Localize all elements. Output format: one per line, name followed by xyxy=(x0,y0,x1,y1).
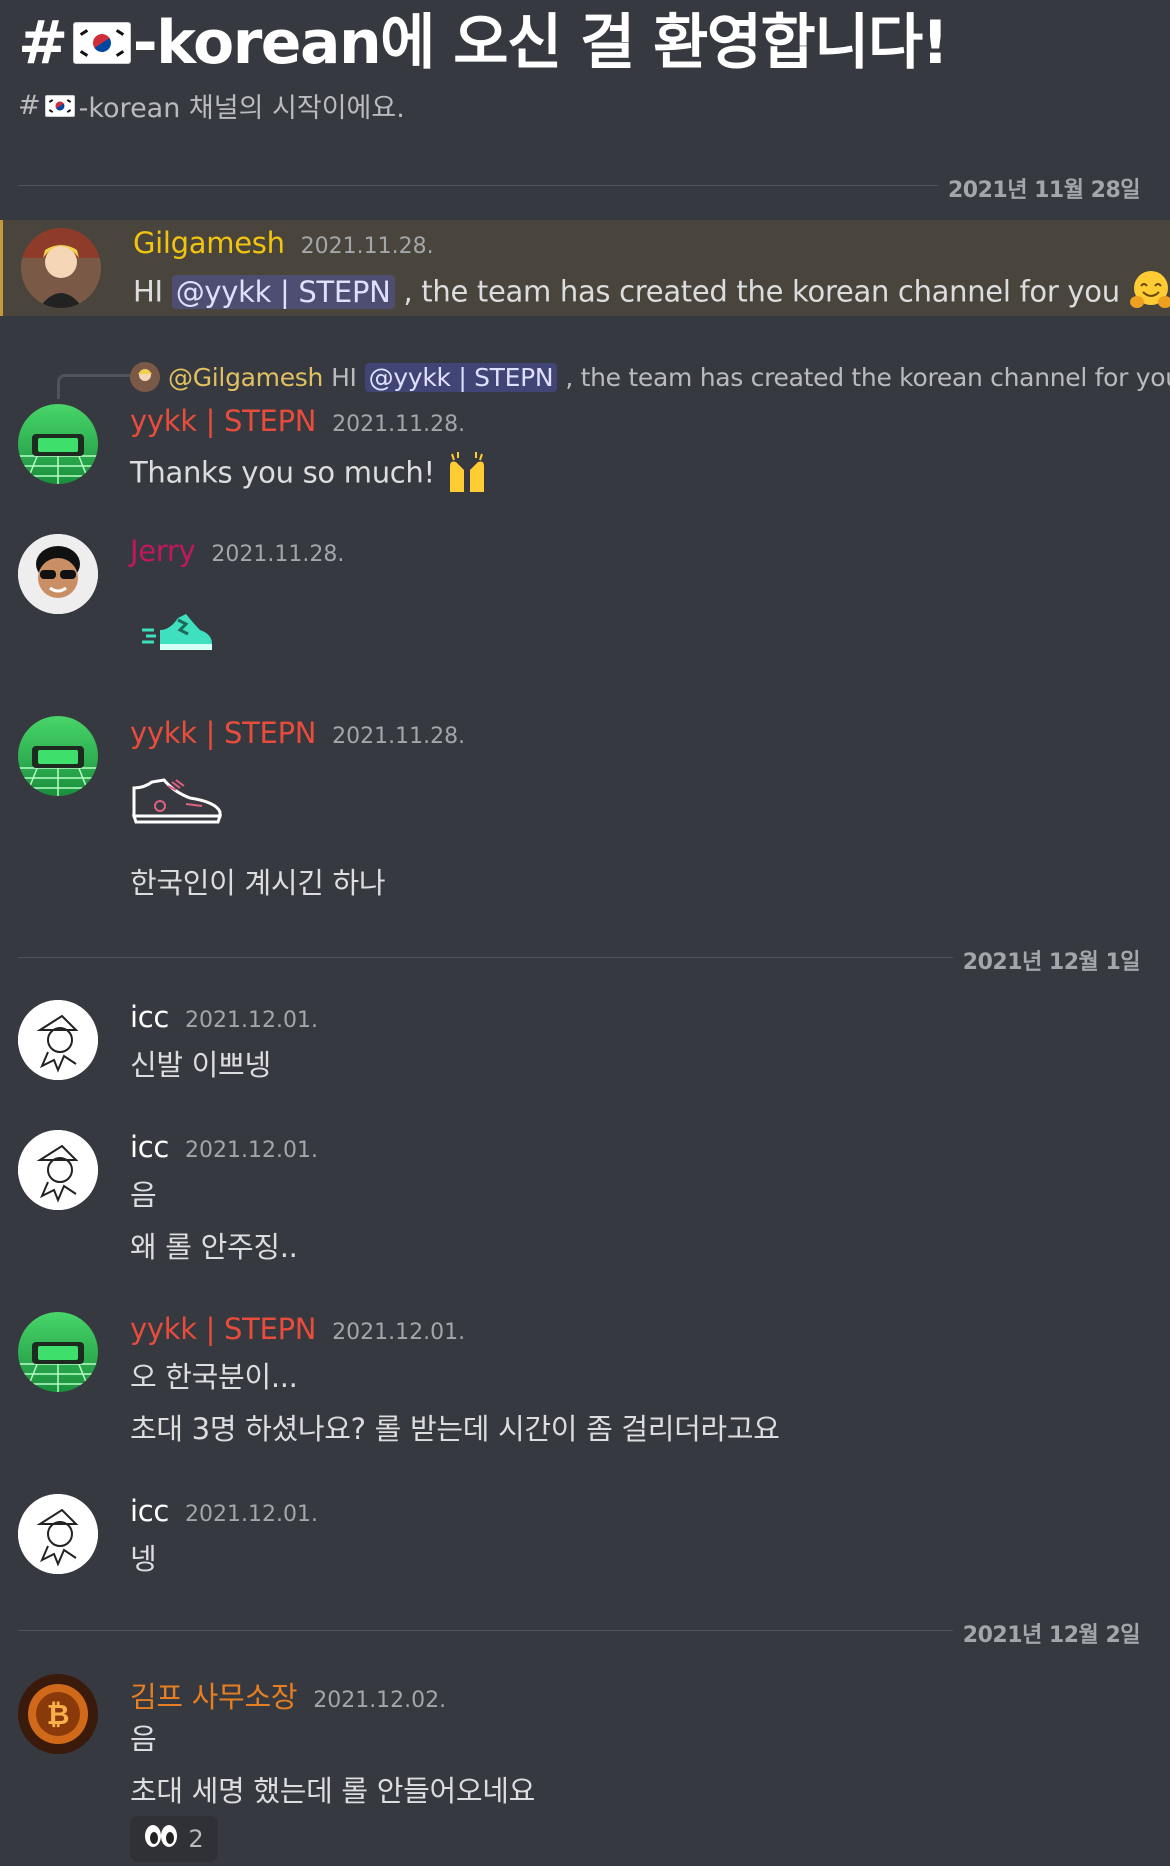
date-divider-label: 2021년 12월 2일 xyxy=(952,1617,1150,1649)
message-item[interactable]: icc 2021.12.01. 넹 xyxy=(0,1494,1170,1594)
author-name[interactable]: yykk | STEPN xyxy=(130,404,316,438)
message-text: 오 한국분이... xyxy=(130,1360,298,1394)
date-divider: 2021년 12월 1일 xyxy=(18,944,1150,976)
message-text: Thanks you so much! xyxy=(130,455,435,490)
message-content: HI @yykk | STEPN , the team has created … xyxy=(133,268,1170,319)
user-mention[interactable]: @yykk | STEPN xyxy=(364,362,558,392)
author-name[interactable]: icc xyxy=(130,1130,169,1164)
message-item[interactable]: icc 2021.12.01. 음 왜 롤 안주징.. xyxy=(0,1130,1170,1270)
message-text: , the team has created the korean channe… xyxy=(403,274,1120,309)
message-header: Gilgamesh 2021.11.28. xyxy=(133,226,434,260)
date-divider-label: 2021년 12월 1일 xyxy=(952,944,1150,976)
korea-flag-icon xyxy=(44,94,75,117)
avatar[interactable]: ₿ xyxy=(18,1674,98,1754)
message-header: yykk | STEPN 2021.11.28. xyxy=(130,716,465,750)
avatar[interactable] xyxy=(18,404,98,484)
avatar[interactable] xyxy=(18,1312,98,1392)
timestamp: 2021.12.01. xyxy=(185,1502,319,1527)
running-sneaker-sticker-icon[interactable] xyxy=(140,600,216,660)
message-item[interactable]: yykk | STEPN 2021.12.01. 오 한국분이... 초대 3명… xyxy=(0,1312,1170,1452)
message-item[interactable]: Jerry 2021.11.28. xyxy=(0,530,1170,670)
author-name[interactable]: Jerry xyxy=(130,534,196,568)
timestamp: 2021.11.28. xyxy=(332,724,466,749)
message-header: 김프 사무소장 2021.12.02. xyxy=(130,1674,446,1716)
message-header: icc 2021.12.01. xyxy=(130,1494,318,1528)
avatar[interactable] xyxy=(18,1130,98,1210)
message-item[interactable]: icc 2021.12.01. 신발 이쁘넹 xyxy=(0,1000,1170,1100)
timestamp: 2021.12.01. xyxy=(332,1320,466,1345)
message-text: 음 xyxy=(130,1722,157,1756)
eyes-icon xyxy=(144,1823,178,1855)
message-text: 초대 3명 하셨나요? 롤 받는데 시간이 좀 걸리더라고요 xyxy=(130,1412,780,1446)
date-divider: 2021년 12월 2일 xyxy=(18,1617,1150,1649)
message-header: icc 2021.12.01. xyxy=(130,1000,318,1034)
avatar[interactable] xyxy=(18,1494,98,1574)
author-name[interactable]: icc xyxy=(130,1494,169,1528)
subtitle-hash: # xyxy=(18,90,41,121)
message-item[interactable]: ₿ 김프 사무소장 2021.12.02. 음 초대 세명 했는데 롤 안들어오… xyxy=(0,1674,1170,1864)
sneaker-outline-sticker-icon[interactable] xyxy=(130,776,224,830)
avatar[interactable] xyxy=(18,534,98,614)
date-divider-label: 2021년 11월 28일 xyxy=(938,172,1150,204)
date-divider: 2021년 11월 28일 xyxy=(18,172,1150,204)
author-name[interactable]: yykk | STEPN xyxy=(130,1312,316,1346)
hugging-face-icon xyxy=(1129,268,1170,319)
author-name[interactable]: Gilgamesh xyxy=(133,226,285,260)
timestamp: 2021.12.02. xyxy=(313,1688,447,1713)
message-header: yykk | STEPN 2021.11.28. xyxy=(130,404,465,438)
message-header: yykk | STEPN 2021.12.01. xyxy=(130,1312,465,1346)
message-item[interactable]: Gilgamesh 2021.11.28. HI @yykk | STEPN ,… xyxy=(0,220,1170,316)
message-text: 초대 세명 했는데 롤 안들어오네요 xyxy=(130,1774,535,1808)
message-text: 넹 xyxy=(130,1542,157,1576)
message-text: HI xyxy=(133,274,163,309)
subtitle-text: -korean 채널의 시작이에요. xyxy=(78,93,405,124)
channel-start-subtitle: # -korean 채널의 시작이에요. xyxy=(18,86,1150,125)
timestamp: 2021.11.28. xyxy=(332,412,466,437)
avatar[interactable] xyxy=(18,1000,98,1080)
welcome-text: -korean에 오신 걸 환영합니다! xyxy=(132,8,949,78)
user-mention[interactable]: @yykk | STEPN xyxy=(171,274,395,309)
korea-flag-icon xyxy=(72,22,131,64)
message-header: Jerry 2021.11.28. xyxy=(130,534,344,568)
reaction-count: 2 xyxy=(188,1825,204,1853)
message-header: icc 2021.12.01. xyxy=(130,1130,318,1164)
channel-welcome-header: # -korean에 오신 걸 환영합니다! # -korean 채널의 시작이… xyxy=(18,8,1150,125)
avatar xyxy=(130,362,160,392)
timestamp: 2021.12.01. xyxy=(185,1008,319,1033)
welcome-hash: # xyxy=(18,8,68,78)
author-name[interactable]: icc xyxy=(130,1000,169,1034)
reply-preview[interactable]: @Gilgamesh HI @yykk | STEPN , the team h… xyxy=(130,356,1170,398)
reply-author[interactable]: @Gilgamesh xyxy=(168,363,323,392)
message-content: Thanks you so much! xyxy=(130,448,490,501)
author-name[interactable]: yykk | STEPN xyxy=(130,716,316,750)
avatar[interactable] xyxy=(18,716,98,796)
reaction-button[interactable]: 2 xyxy=(130,1816,218,1862)
timestamp: 2021.11.28. xyxy=(300,234,434,259)
avatar[interactable] xyxy=(21,228,101,308)
author-name[interactable]: 김프 사무소장 xyxy=(130,1674,298,1716)
reply-text: , the team has created the korean channe… xyxy=(565,362,1170,392)
message-item[interactable]: @Gilgamesh HI @yykk | STEPN , the team h… xyxy=(0,356,1170,496)
message-text: 신발 이쁘넹 xyxy=(130,1048,271,1082)
message-text: 한국인이 계시긴 하나 xyxy=(130,866,386,900)
reply-spine xyxy=(57,374,130,399)
message-item[interactable]: yykk | STEPN 2021.11.28. 한국인이 계시긴 하나 xyxy=(0,716,1170,906)
message-text: 왜 롤 안주징.. xyxy=(130,1230,298,1264)
svg-text:₿: ₿ xyxy=(47,1698,70,1731)
welcome-title: # -korean에 오신 걸 환영합니다! xyxy=(18,8,1150,78)
raising-hands-icon xyxy=(444,448,490,501)
timestamp: 2021.11.28. xyxy=(211,542,345,567)
message-text: 음 xyxy=(130,1178,157,1212)
timestamp: 2021.12.01. xyxy=(185,1138,319,1163)
reply-text: HI xyxy=(331,362,357,392)
